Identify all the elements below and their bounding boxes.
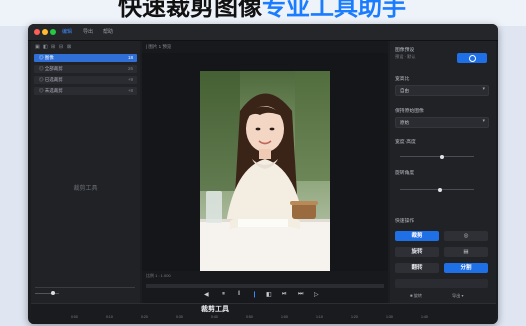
list-item-label: ◎ 未选裁剪 (39, 88, 63, 93)
pause-icon[interactable]: ⏸ (222, 291, 225, 298)
toolbar-icon-5[interactable]: ⊠ (67, 44, 71, 50)
ruler-label: 0:30 (176, 315, 183, 319)
footer-export-label[interactable]: 导出 ▾ (452, 293, 464, 299)
next-icon[interactable]: ⏭ (298, 291, 303, 298)
timeline-panel: 裁剪工具 0:00 0:10 0:20 0:30 0:40 0:50 1:00 … (31, 303, 496, 324)
ruler-label: 1:30 (386, 315, 393, 319)
left-panel: ▣ ◧ ⊞ ⊟ ⊠ ◎ 图像 18 ◎ 全部裁剪 26 ◎ 已选裁剪 +9 ◎ … (31, 41, 140, 303)
prev-icon[interactable]: ◀ (204, 291, 209, 298)
section-title-rotation: 旋转角度 (395, 171, 415, 176)
menu-item-help[interactable]: 帮助 (103, 28, 113, 35)
section-sub-presets: 预设 · 默认 (395, 54, 416, 59)
preview-photo (200, 71, 330, 271)
menu-item-export[interactable]: 导出 (83, 28, 93, 35)
apply-preset-button[interactable] (457, 53, 487, 63)
list-item-count: +8 (127, 88, 133, 93)
ruler-label: 0:10 (106, 315, 113, 319)
split-icon[interactable]: ‖ (238, 291, 240, 297)
crop-button[interactable]: 裁剪 (395, 231, 439, 241)
ruler-label: 1:10 (316, 315, 323, 319)
zoom-slider[interactable] (35, 291, 59, 295)
playhead-icon[interactable]: ❙ (252, 291, 257, 298)
close-button[interactable] (34, 29, 40, 35)
image-canvas[interactable] (142, 53, 388, 271)
portrait-image (200, 71, 330, 271)
ruler-label: 0:00 (71, 315, 78, 319)
banner-text-blue: 专业工具助手 (262, 0, 406, 21)
section-title-original: 保持原始图像 (395, 109, 424, 114)
list-item[interactable]: ◎ 图像 18 (34, 54, 137, 62)
ruler-label: 1:40 (421, 315, 428, 319)
original-select-value: 原始 (400, 119, 409, 125)
preview-area: | 图片 1 预览 比例 1: 1.000 ◀ ⏸ ‖ ❙ ◧ ⏯ ⏭ ▷ (142, 41, 388, 303)
toolbar-icon-2[interactable]: ◧ (43, 44, 48, 50)
circle-action-button[interactable]: ◎ (444, 231, 488, 241)
empty-hint: 裁剪工具 (73, 186, 98, 192)
toolbar-icon-3[interactable]: ⊞ (51, 44, 55, 50)
ruler-label: 0:50 (246, 315, 253, 319)
timeline-title: 裁剪工具 (201, 306, 229, 313)
rotate-button[interactable]: 旋转 (395, 247, 439, 257)
chevron-down-icon: ▾ (482, 86, 485, 92)
aspect-caption: 比例 1 : 1.000 (146, 273, 171, 278)
list-item-count: 18 (127, 55, 133, 60)
ruler-label: 0:40 (211, 315, 218, 319)
ruler-label: 0:20 (141, 315, 148, 319)
footer-rotate-label[interactable]: ■ 旋转 (410, 293, 422, 299)
banner-text-dark: 快速裁剪图像 (118, 0, 262, 21)
zoom-knob[interactable] (51, 291, 55, 295)
title-bar: 编辑 导出 帮助 (28, 24, 498, 41)
list-item[interactable]: ◎ 未选裁剪 +8 (34, 87, 137, 95)
section-title-quick: 快速操作 (395, 219, 415, 224)
extra-action-bar[interactable] (395, 279, 488, 288)
minimize-button[interactable] (42, 29, 48, 35)
toolbar-icon-1[interactable]: ▣ (35, 44, 40, 50)
ruler-label: 1:00 (281, 315, 288, 319)
ruler-label: 1:20 (351, 315, 358, 319)
app-window: 编辑 导出 帮助 ▣ ◧ ⊞ ⊟ ⊠ ◎ 图像 18 ◎ 全部裁剪 26 ◎ 已… (28, 24, 498, 324)
rotation-slider[interactable] (400, 187, 474, 192)
right-panel: 图像预设 预设 · 默认 宽高比 自由 ▾ 保持原始图像 原始 ▾ 宽度·高度 旋转… (390, 41, 496, 303)
size-slider-knob[interactable] (440, 154, 444, 159)
ratio-select-value: 自由 (400, 87, 409, 93)
section-title-ratio: 宽高比 (395, 77, 410, 82)
toolbar-icon-4[interactable]: ⊟ (59, 44, 63, 50)
list-item-count: 26 (127, 66, 133, 71)
list-item[interactable]: ◎ 全部裁剪 26 (34, 65, 137, 73)
menu-item-edit[interactable]: 编辑 (62, 28, 72, 35)
frame-icon[interactable]: ◧ (266, 291, 272, 298)
ratio-select[interactable]: 自由 ▾ (395, 85, 489, 96)
preview-tab[interactable]: | 图片 1 预览 (146, 44, 171, 50)
rotation-slider-knob[interactable] (438, 187, 442, 192)
chevron-down-icon: ▾ (482, 118, 485, 124)
list-item-label: ◎ 已选裁剪 (39, 77, 63, 82)
divider (35, 287, 135, 288)
banner-headline: 快速裁剪图像专业工具助手 (118, 0, 406, 22)
image-action-button[interactable]: ▤ (444, 247, 488, 257)
list-item-count: +9 (127, 77, 133, 82)
timeline-strip[interactable] (146, 284, 384, 288)
section-title-size: 宽度·高度 (395, 140, 416, 145)
list-item-label: ◎ 全部裁剪 (39, 66, 63, 71)
circle-icon (469, 55, 476, 62)
split-button[interactable]: 分割 (444, 263, 488, 273)
promo-banner: 快速裁剪图像专业工具助手 (0, 0, 526, 26)
size-slider[interactable] (400, 154, 474, 159)
timeline-ruler[interactable]: 0:00 0:10 0:20 0:30 0:40 0:50 1:00 1:10 … (31, 314, 496, 324)
original-select[interactable]: 原始 ▾ (395, 117, 489, 128)
play-icon[interactable]: ▷ (314, 291, 319, 298)
flip-button[interactable]: 翻转 (395, 263, 439, 273)
list-item-label: ◎ 图像 (39, 55, 54, 60)
maximize-button[interactable] (50, 29, 56, 35)
playpause-icon[interactable]: ⏯ (282, 291, 287, 298)
section-title-presets: 图像预设 (395, 48, 415, 53)
list-item[interactable]: ◎ 已选裁剪 +9 (34, 76, 137, 84)
